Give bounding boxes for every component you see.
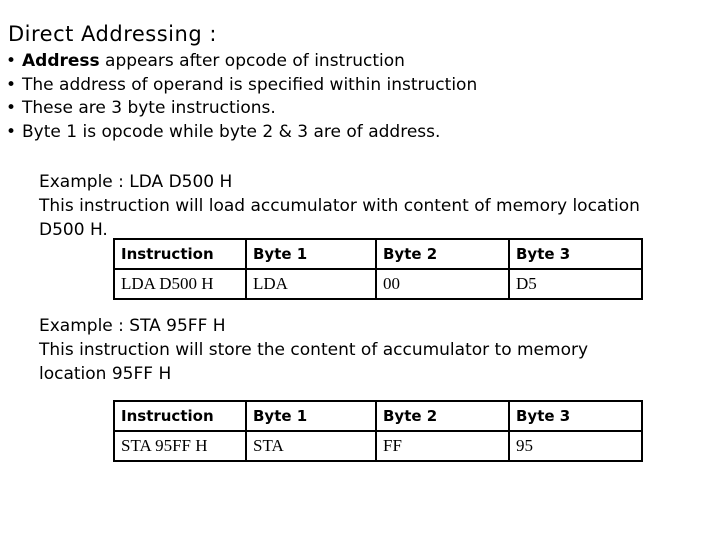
header-byte-2: Byte 2 [375,400,510,432]
bullet-item: • These are 3 byte instructions. [6,97,477,121]
bullet-list: • Address appears after opcode of instruc… [6,50,477,144]
table-row: LDA D500 H LDA 00 D5 [113,268,643,300]
cell-byte-3: D5 [508,268,643,300]
cell-byte-2: FF [375,430,510,462]
bullet-bold-text: Address [22,51,100,71]
bullet-text: These are 3 byte instructions. [22,98,276,118]
bullet-text: Byte 1 is opcode while byte 2 & 3 are of… [22,121,441,142]
cell-byte-1: STA [245,430,377,462]
bullet-icon: • [6,51,17,71]
bullet-icon: • [6,98,17,118]
cell-byte-1: LDA [245,268,377,300]
header-instruction: Instruction [113,400,247,432]
table-header-row: Instruction Byte 1 Byte 2 Byte 3 [113,400,643,432]
bullet-icon: • [6,121,17,142]
example-description: This instruction will load accumulator w… [39,196,640,216]
table-header-row: Instruction Byte 1 Byte 2 Byte 3 [113,238,643,270]
cell-byte-2: 00 [375,268,510,300]
example-sta: Example : STA 95FF H This instruction wi… [39,314,588,386]
header-byte-1: Byte 1 [245,400,377,432]
table-row: STA 95FF H STA FF 95 [113,430,643,462]
bullet-icon: • [6,74,17,95]
lda-byte-table: Instruction Byte 1 Byte 2 Byte 3 LDA D50… [113,238,643,300]
example-heading: Example : LDA D500 H [39,172,233,192]
cell-instruction: STA 95FF H [113,430,247,462]
header-byte-1: Byte 1 [245,238,377,270]
bullet-item: • Byte 1 is opcode while byte 2 & 3 are o… [6,121,477,145]
bullet-text: appears after opcode of instruction [99,51,405,71]
header-byte-3: Byte 3 [508,400,643,432]
example-description: This instruction will store the content … [39,340,589,360]
bullet-text: The address of operand is specified with… [22,74,478,95]
example-description-cont: location 95FF H [39,364,172,384]
slide-title: Direct Addressing : [8,22,217,46]
example-heading: Example : STA 95FF H [39,316,226,336]
bullet-item: • The address of operand is specified wit… [6,74,477,98]
cell-instruction: LDA D500 H [113,268,247,300]
sta-byte-table: Instruction Byte 1 Byte 2 Byte 3 STA 95F… [113,400,643,462]
header-instruction: Instruction [113,238,247,270]
header-byte-2: Byte 2 [375,238,510,270]
cell-byte-3: 95 [508,430,643,462]
header-byte-3: Byte 3 [508,238,643,270]
bullet-item: • Address appears after opcode of instruc… [6,50,477,74]
example-lda: Example : LDA D500 H This instruction wi… [39,170,640,242]
